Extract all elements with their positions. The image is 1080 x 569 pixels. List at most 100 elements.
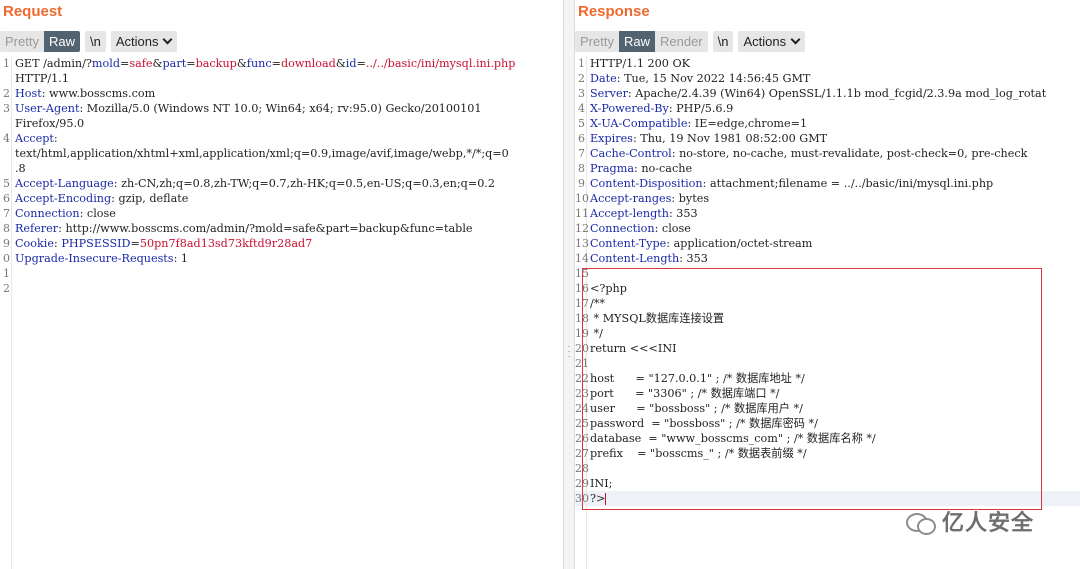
request-code-line[interactable]: 9 Cookie: PHPSESSID=50pn7f8ad13sd73kftd9r… <box>0 236 563 251</box>
response-code-line[interactable]: 2 Date: Tue, 15 Nov 2022 14:56:45 GMT <box>575 71 1080 86</box>
code-text: : application/octet-stream <box>666 237 813 250</box>
response-line-text: Content-Disposition: attachment;filename… <box>590 176 993 191</box>
response-code-line[interactable]: 5 X-UA-Compatible: IE=edge,chrome=1 <box>575 116 1080 131</box>
header-name: Cookie <box>15 237 55 250</box>
response-code-line[interactable]: 12 Connection: close <box>575 221 1080 236</box>
request-code-line[interactable]: 2 Host: www.bosscms.com <box>0 86 563 101</box>
response-code-line[interactable]: 7 Cache-Control: no-store, no-cache, must… <box>575 146 1080 161</box>
request-code-line[interactable]: 4 Accept: <box>0 131 563 146</box>
request-code-line[interactable]: 1 <box>0 266 563 281</box>
code-text: : no-cache <box>634 162 693 175</box>
code-text: : 353 <box>679 252 708 265</box>
code-text: Firefox/95.0 <box>15 117 85 130</box>
response-code-line[interactable]: 1 HTTP/1.1 200 OK <box>575 56 1080 71</box>
request-line-number: 9 <box>3 237 10 250</box>
response-tab-pretty[interactable]: Pretty <box>575 30 619 52</box>
response-tab-raw[interactable]: Raw <box>618 30 655 52</box>
response-line-number: 2 <box>578 72 585 85</box>
request-actions-menu[interactable]: Actions <box>110 30 178 52</box>
request-line-text: text/html,application/xhtml+xml,applicat… <box>15 146 509 161</box>
response-code-line[interactable]: 8 Pragma: no-cache <box>575 161 1080 176</box>
response-tab-render[interactable]: Render <box>654 30 708 52</box>
response-view-mode-group: Pretty Raw Render <box>575 30 708 52</box>
request-line-number: 3 <box>3 102 10 115</box>
response-code-line[interactable]: 11 Accept-length: 353 <box>575 206 1080 221</box>
request-newline-toggle[interactable]: \n <box>84 30 106 52</box>
request-line-text: User-Agent: Mozilla/5.0 (Windows NT 10.0… <box>15 101 482 116</box>
chevron-down-icon <box>163 34 173 44</box>
code-text: & <box>236 57 247 70</box>
param-value: ../../basic/ini/mysql.ini.php <box>365 57 516 70</box>
response-actions-label: Actions <box>743 33 787 49</box>
response-code-line[interactable]: 6 Expires: Thu, 19 Nov 1981 08:52:00 GMT <box>575 131 1080 146</box>
header-name: X-UA-Compatible <box>590 117 688 130</box>
param-value: safe <box>129 57 153 70</box>
request-editor[interactable]: 1 GET /admin/?mold=safe&part=backup&func=… <box>0 56 563 569</box>
response-line-number: 3 <box>578 87 585 100</box>
response-code-line[interactable]: 14 Content-Length: 353 <box>575 251 1080 266</box>
header-name: Accept-length <box>590 207 669 220</box>
code-text: : close <box>79 207 116 220</box>
response-line-text: X-UA-Compatible: IE=edge,chrome=1 <box>590 116 807 131</box>
request-code-line[interactable]: 2 <box>0 281 563 296</box>
request-line-number: 2 <box>3 87 10 100</box>
request-code-line[interactable]: text/html,application/xhtml+xml,applicat… <box>0 146 563 161</box>
response-line-text: Server: Apache/2.4.39 (Win64) OpenSSL/1.… <box>590 86 1046 101</box>
request-code-line[interactable]: 7 Connection: close <box>0 206 563 221</box>
response-newline-toggle[interactable]: \n <box>712 30 734 52</box>
request-code-line[interactable]: 0 Upgrade-Insecure-Requests: 1 <box>0 251 563 266</box>
response-code-line[interactable]: 13 Content-Type: application/octet-stream <box>575 236 1080 251</box>
code-text: = <box>119 57 130 70</box>
response-line-text: Accept-length: 353 <box>590 206 698 221</box>
response-line-number: 11 <box>575 207 589 220</box>
request-code-line[interactable]: 6 Accept-Encoding: gzip, deflate <box>0 191 563 206</box>
code-text: HTTP/1.1 <box>15 72 69 85</box>
request-code-line[interactable]: Firefox/95.0 <box>0 116 563 131</box>
code-text: : no-store, no-cache, must-revalidate, p… <box>671 147 1028 160</box>
request-code-line[interactable]: 3 User-Agent: Mozilla/5.0 (Windows NT 10.… <box>0 101 563 116</box>
header-name: User-Agent <box>15 102 80 115</box>
header-name: Content-Disposition <box>590 177 703 190</box>
request-code-line[interactable]: .8 <box>0 161 563 176</box>
response-code-line[interactable]: 9 Content-Disposition: attachment;filenam… <box>575 176 1080 191</box>
pane-splitter[interactable] <box>563 0 575 569</box>
param-value: backup <box>195 57 237 70</box>
response-code-line[interactable]: 3 Server: Apache/2.4.39 (Win64) OpenSSL/1… <box>575 86 1080 101</box>
code-text: = <box>186 57 196 70</box>
request-line-text: Accept-Encoding: gzip, deflate <box>15 191 188 206</box>
request-line-number: 1 <box>3 57 10 70</box>
header-name: X-Powered-By <box>590 102 669 115</box>
splitter-grip-icon[interactable]: · · · <box>565 342 573 362</box>
response-line-number: 10 <box>575 192 589 205</box>
code-text: : zh-CN,zh;q=0.8,zh-TW;q=0.7,zh-HK;q=0.5… <box>113 177 495 190</box>
response-line-number: 14 <box>575 252 589 265</box>
request-tab-raw[interactable]: Raw <box>43 30 80 52</box>
request-line-number: 8 <box>3 222 10 235</box>
code-text: : PHP/5.6.9 <box>668 102 734 115</box>
response-line-text: Connection: close <box>590 221 691 236</box>
response-actions-menu[interactable]: Actions <box>738 30 806 52</box>
request-line-number: 2 <box>3 282 10 295</box>
watermark-text: 亿人安全 <box>942 511 1035 536</box>
request-actions-label: Actions <box>115 33 159 49</box>
header-name: Pragma <box>590 162 634 175</box>
header-name: Content-Length <box>590 252 680 265</box>
request-tab-pretty[interactable]: Pretty <box>0 30 44 52</box>
request-code-line[interactable]: 5 Accept-Language: zh-CN,zh;q=0.8,zh-TW;q… <box>0 176 563 191</box>
header-name: part <box>162 57 187 70</box>
response-code-line[interactable]: 4 X-Powered-By: PHP/5.6.9 <box>575 101 1080 116</box>
request-code-line[interactable]: 1 GET /admin/?mold=safe&part=backup&func=… <box>0 56 563 71</box>
code-text: : Apache/2.4.39 (Win64) OpenSSL/1.1.1b m… <box>627 87 1047 100</box>
code-text: : IE=edge,chrome=1 <box>687 117 808 130</box>
code-text: = <box>130 237 140 250</box>
response-code-line[interactable]: 10 Accept-ranges: bytes <box>575 191 1080 206</box>
request-line-text: Firefox/95.0 <box>15 116 84 131</box>
request-code-line[interactable]: HTTP/1.1 <box>0 71 563 86</box>
header-name: Expires <box>590 132 633 145</box>
request-code-line[interactable]: 8 Referer: http://www.bosscms.com/admin/?… <box>0 221 563 236</box>
request-line-text: Accept: <box>15 131 58 146</box>
request-line-text: Accept-Language: zh-CN,zh;q=0.8,zh-TW;q=… <box>15 176 495 191</box>
header-name: id <box>345 57 357 70</box>
code-text: : Mozilla/5.0 (Windows NT 10.0; Win64; x… <box>79 102 482 115</box>
code-text: : 1 <box>173 252 189 265</box>
